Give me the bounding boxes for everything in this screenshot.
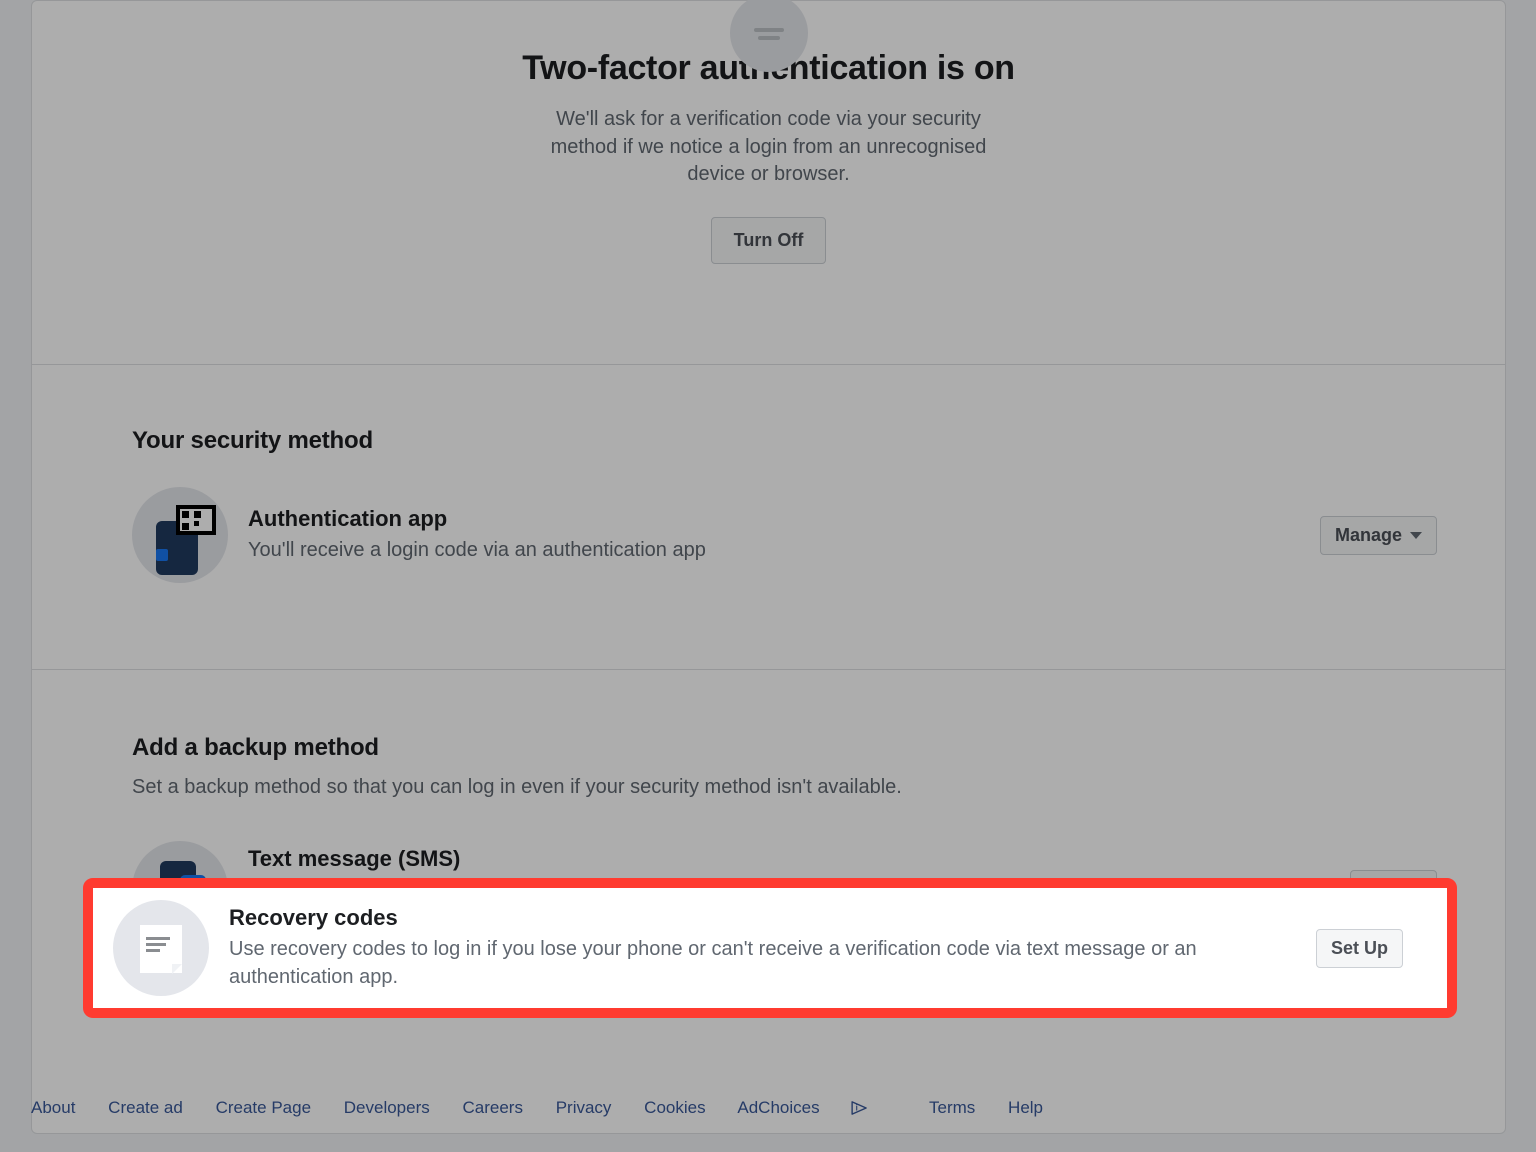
caret-down-icon <box>1410 532 1422 539</box>
security-method-section: Your security method Authentication app … <box>32 365 1505 670</box>
two-factor-hero: Two-factor authentication is on We'll as… <box>32 49 1505 365</box>
footer-link-adchoices[interactable]: AdChoicesi <box>737 1098 896 1117</box>
backup-heading: Add a backup method <box>132 734 1437 762</box>
footer-link-careers[interactable]: Careers <box>463 1098 523 1117</box>
footer-link-create-ad[interactable]: Create ad <box>108 1098 183 1117</box>
footer-link-developers[interactable]: Developers <box>344 1098 430 1117</box>
recovery-codes-title: Recovery codes <box>229 905 1316 931</box>
footer-links: About Create ad Create Page Developers C… <box>31 1098 1506 1120</box>
security-method-heading: Your security method <box>132 427 1437 455</box>
svg-text:i: i <box>855 1104 857 1113</box>
footer-link-create-page[interactable]: Create Page <box>216 1098 311 1117</box>
authentication-app-row: Authentication app You'll receive a logi… <box>132 487 1437 583</box>
footer-link-help[interactable]: Help <box>1008 1098 1043 1117</box>
authentication-app-description: You'll receive a login code via an authe… <box>248 536 1320 564</box>
footer-link-cookies[interactable]: Cookies <box>644 1098 705 1117</box>
manage-button-label: Manage <box>1335 525 1402 546</box>
manage-button[interactable]: Manage <box>1320 516 1437 555</box>
footer-link-about[interactable]: About <box>31 1098 75 1117</box>
adchoices-icon: i <box>851 1100 869 1120</box>
authentication-app-title: Authentication app <box>248 506 1320 532</box>
authentication-app-icon <box>132 487 228 583</box>
sms-title: Text message (SMS) <box>248 846 1350 872</box>
two-factor-description: We'll ask for a verification code via yo… <box>529 106 1009 189</box>
recovery-codes-highlight: Recovery codes Use recovery codes to log… <box>83 878 1457 1018</box>
footer-link-terms[interactable]: Terms <box>929 1098 975 1117</box>
footer-link-privacy[interactable]: Privacy <box>556 1098 612 1117</box>
recovery-codes-description: Use recovery codes to log in if you lose… <box>229 935 1316 991</box>
recovery-codes-setup-button[interactable]: Set Up <box>1316 929 1403 968</box>
recovery-codes-icon <box>113 900 209 996</box>
backup-description: Set a backup method so that you can log … <box>132 776 1437 799</box>
turn-off-button[interactable]: Turn Off <box>711 217 827 264</box>
